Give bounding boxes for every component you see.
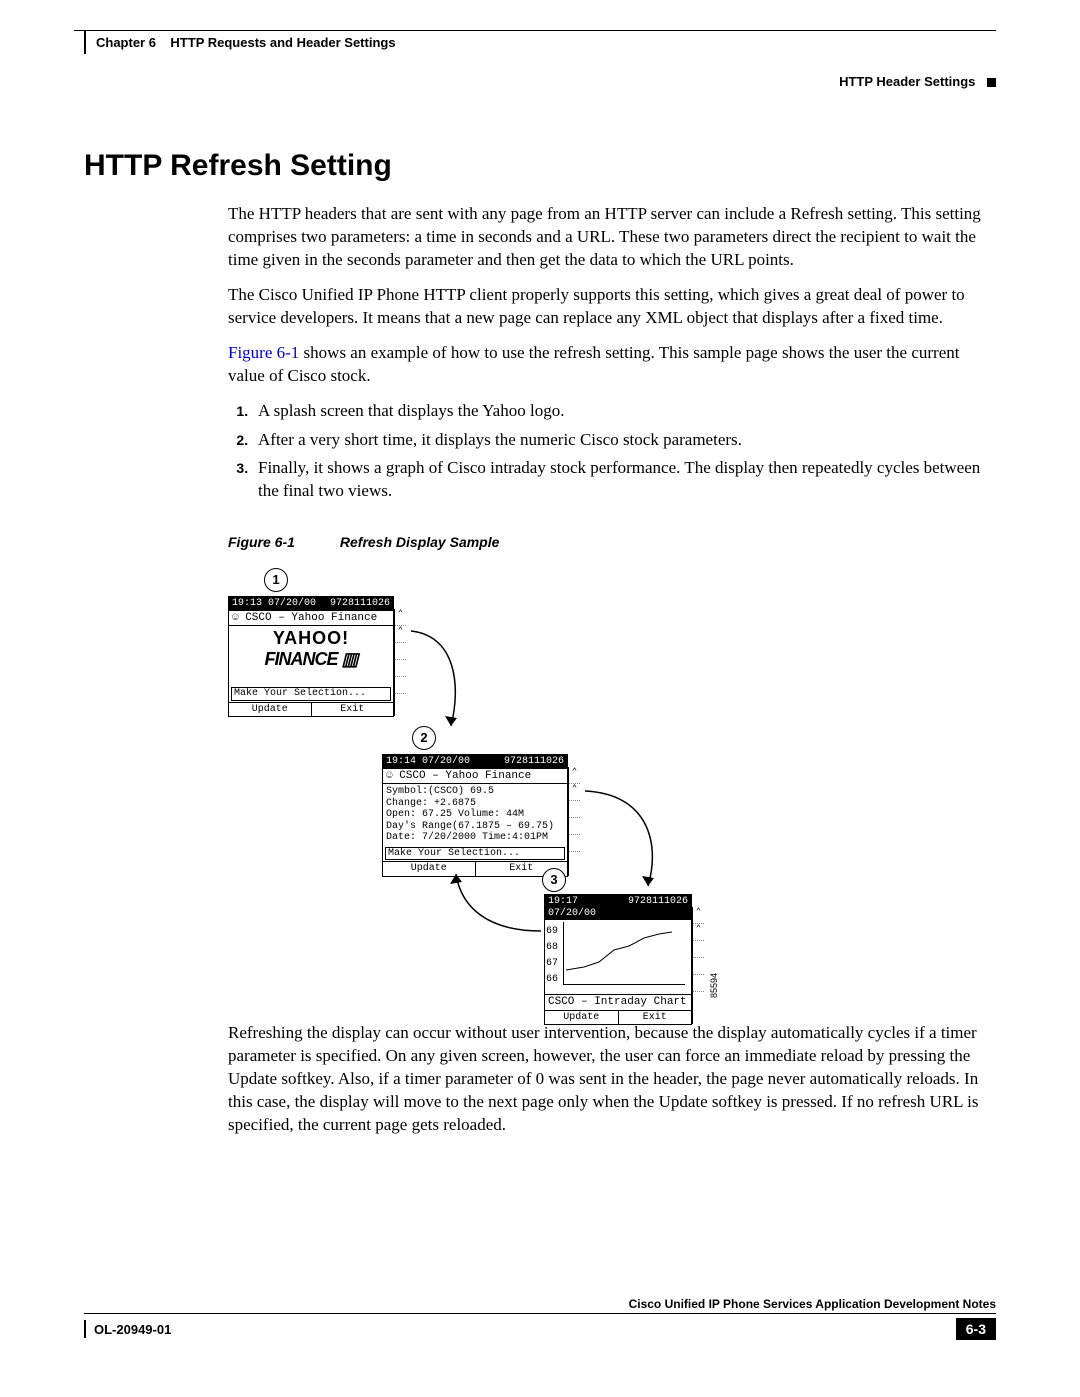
- page-number: 6-3: [956, 1318, 996, 1340]
- callout-2: 2: [412, 726, 436, 750]
- chapter-title: HTTP Requests and Header Settings: [170, 35, 395, 50]
- softkey-update[interactable]: Update: [545, 1011, 619, 1025]
- intraday-chart: 69 68 67 66: [563, 922, 685, 985]
- chapter-label: Chapter 6: [96, 35, 156, 50]
- list-item: After a very short time, it displays the…: [252, 429, 996, 452]
- arrow-icon: [406, 626, 466, 736]
- phone-screen-2: 19:14 07/20/009728111026 ☺ CSCO – Yahoo …: [382, 754, 568, 877]
- paragraph: The Cisco Unified IP Phone HTTP client p…: [228, 284, 996, 330]
- paragraph: Refreshing the display can occur without…: [228, 1022, 996, 1137]
- callout-1: 1: [264, 568, 288, 592]
- list-item: Finally, it shows a graph of Cisco intra…: [252, 457, 996, 503]
- header-rule: [74, 30, 996, 31]
- finance-logo: FINANCE ▥: [232, 649, 390, 670]
- figure: 1 19:13 07/20/009728111026 ☺ CSCO – Yaho…: [228, 568, 996, 1008]
- paragraph: Figure 6-1 shows an example of how to us…: [228, 342, 996, 388]
- section-path: HTTP Header Settings: [839, 74, 975, 89]
- running-head: Chapter 6 HTTP Requests and Header Setti…: [84, 35, 996, 54]
- list-item: A splash screen that displays the Yahoo …: [252, 400, 996, 423]
- softkey-update[interactable]: Update: [229, 703, 312, 717]
- softkey-exit[interactable]: Exit: [619, 1011, 692, 1025]
- arrow-icon: [446, 866, 546, 946]
- softkey-exit[interactable]: Exit: [312, 703, 394, 717]
- page-footer: Cisco Unified IP Phone Services Applicat…: [84, 1297, 996, 1340]
- doc-number: OL-20949-01: [94, 1322, 171, 1337]
- figure-caption: Figure 6-1 Refresh Display Sample: [228, 533, 996, 552]
- paragraph: The HTTP headers that are sent with any …: [228, 203, 996, 272]
- phone-screen-1: 19:13 07/20/009728111026 ☺ CSCO – Yahoo …: [228, 596, 394, 717]
- yahoo-logo: YAHOO!: [232, 628, 390, 649]
- phone-screen-3: 19:17 07/20/009728111026 69 68 67 66 CSC…: [544, 894, 692, 1025]
- header-marker-icon: [987, 78, 996, 87]
- section-heading: HTTP Refresh Setting: [84, 149, 996, 183]
- figure-id: 85594: [708, 973, 720, 998]
- arrow-icon: [580, 786, 670, 896]
- figure-crossref[interactable]: Figure 6-1: [228, 343, 299, 362]
